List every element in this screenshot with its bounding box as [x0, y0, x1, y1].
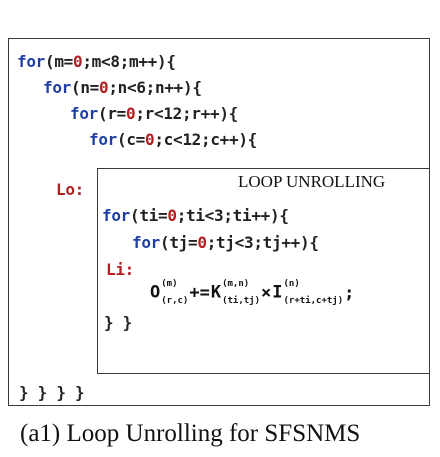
- code-line-loop-ti: for(ti=0;ti<3;ti++){: [102, 206, 289, 225]
- times-operator: ×: [261, 282, 272, 303]
- code-line-loop-c: for(c=0;c<12;c++){: [89, 130, 258, 149]
- label-li: Li:: [106, 260, 134, 279]
- code-line-loop-r: for(r=0;r<12;r++){: [70, 104, 239, 123]
- input-term: I (n) (r+ti,c+tj): [272, 279, 344, 306]
- loop-unrolling-title: LOOP UNROLLING: [238, 172, 386, 191]
- inner-closing-braces: } }: [104, 313, 132, 332]
- figure-caption: (a1) Loop Unrolling for SFSNMS: [20, 420, 361, 447]
- accumulate-equation: O (m) (r,c) +=K (m,n) (ti,tj) ×I (n) (r+ti,c+tj)…: [150, 279, 355, 306]
- code-line-loop-n: for(n=0;n<6;n++){: [43, 78, 202, 97]
- code-line-loop-m: for(m=0;m<8;m++){: [17, 52, 176, 71]
- code-line-loop-tj: for(tj=0;tj<3;tj++){: [132, 233, 319, 252]
- plus-equals-operator: +=: [189, 282, 210, 303]
- statement-end: ;: [344, 282, 355, 303]
- outer-closing-braces: } } } }: [19, 383, 85, 402]
- loop-unrolling-box: [97, 168, 430, 374]
- label-lo: Lo:: [56, 180, 84, 199]
- output-term: O (m) (r,c): [150, 279, 189, 306]
- kernel-term: K (m,n) (ti,tj): [210, 279, 261, 306]
